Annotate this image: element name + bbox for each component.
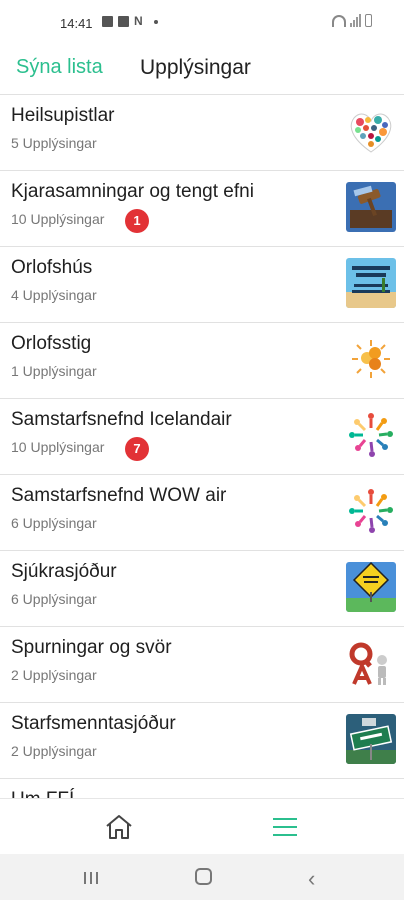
status-bar: 14:41 N bbox=[0, 0, 404, 44]
list-item-count: 10 Upplýsingar bbox=[11, 439, 105, 455]
list-item-count: 2 Upplýsingar bbox=[11, 667, 97, 683]
list-item[interactable]: Um FFÍ bbox=[0, 778, 404, 798]
list-item-title: Orlofshús bbox=[11, 257, 93, 278]
list-item[interactable]: Samstarfsnefnd Icelandair 10 Upplýsingar… bbox=[0, 398, 404, 473]
battery-icon bbox=[365, 14, 372, 27]
list-item-title: Samstarfsnefnd Icelandair bbox=[11, 409, 232, 430]
list-item-title: Um FFÍ bbox=[11, 789, 74, 798]
list-item[interactable]: Sjúkrasjóður 6 Upplýsingar bbox=[0, 550, 404, 625]
list-item-count: 2 Upplýsingar bbox=[11, 743, 97, 759]
status-system-icons bbox=[332, 14, 372, 27]
list-item[interactable]: Orlofshús 4 Upplýsingar bbox=[0, 246, 404, 321]
home-button-icon[interactable] bbox=[195, 868, 212, 885]
wifi-icon bbox=[332, 15, 346, 27]
more-notifications-dot bbox=[154, 19, 158, 24]
menu-icon[interactable] bbox=[270, 815, 300, 839]
keep-calm-icon bbox=[346, 258, 396, 308]
people-circle-icon bbox=[346, 486, 396, 536]
page-title: Upplýsingar bbox=[140, 56, 251, 79]
list-item-count: 4 Upplýsingar bbox=[11, 287, 97, 303]
show-list-button[interactable]: Sýna lista bbox=[16, 56, 103, 79]
photo-icon bbox=[102, 16, 113, 27]
list-item-title: Sjúkrasjóður bbox=[11, 561, 117, 582]
message-icon bbox=[118, 16, 129, 27]
people-circle-icon bbox=[346, 410, 396, 460]
list-item-count: 5 Upplýsingar bbox=[11, 135, 97, 151]
list-item-count: 6 Upplýsingar bbox=[11, 515, 97, 531]
list-item-count: 1 Upplýsingar bbox=[11, 363, 97, 379]
bottom-navigation bbox=[0, 798, 404, 854]
list-item[interactable]: Samstarfsnefnd WOW air 6 Upplýsingar bbox=[0, 474, 404, 549]
back-icon[interactable]: ‹ bbox=[308, 866, 315, 892]
partial-icon bbox=[346, 790, 396, 798]
notification-badge: 1 bbox=[125, 209, 149, 233]
list-item-title: Spurningar og svör bbox=[11, 637, 172, 658]
list-item[interactable]: Kjarasamningar og tengt efni 10 Upplýsin… bbox=[0, 170, 404, 245]
numbers-sun-icon bbox=[346, 334, 396, 384]
info-list: Heilsupistlar 5 Upplýsingar Kjarasamning… bbox=[0, 94, 404, 798]
list-item[interactable]: Starfsmenntasjóður 2 Upplýsingar bbox=[0, 702, 404, 777]
list-item[interactable]: Orlofsstig 1 Upplýsingar bbox=[0, 322, 404, 397]
n-icon: N bbox=[134, 14, 143, 28]
app-header: Sýna lista Upplýsingar bbox=[0, 44, 404, 94]
list-item-count: 10 Upplýsingar bbox=[11, 211, 105, 227]
list-item-count: 6 Upplýsingar bbox=[11, 591, 97, 607]
notification-badge: 7 bbox=[125, 437, 149, 461]
list-item-title: Orlofsstig bbox=[11, 333, 92, 354]
gavel-icon bbox=[346, 182, 396, 232]
list-item-title: Samstarfsnefnd WOW air bbox=[11, 485, 227, 506]
system-navigation-bar: ‹ bbox=[0, 854, 404, 900]
signal-icon bbox=[350, 14, 361, 27]
status-notification-icons: N bbox=[102, 14, 158, 28]
list-item-title: Starfsmenntasjóður bbox=[11, 713, 176, 734]
education-sign-icon bbox=[346, 714, 396, 764]
recent-apps-icon[interactable] bbox=[82, 870, 100, 891]
home-icon[interactable] bbox=[104, 813, 134, 841]
list-item[interactable]: Spurningar og svör 2 Upplýsingar bbox=[0, 626, 404, 701]
list-item-title: Heilsupistlar bbox=[11, 105, 115, 126]
qa-figure-icon bbox=[346, 638, 396, 688]
list-item[interactable]: Heilsupistlar 5 Upplýsingar bbox=[0, 94, 404, 169]
list-item-title: Kjarasamningar og tengt efni bbox=[11, 181, 254, 202]
heart-collage-icon bbox=[346, 106, 396, 156]
safety-sign-icon bbox=[346, 562, 396, 612]
status-time: 14:41 bbox=[60, 16, 93, 31]
